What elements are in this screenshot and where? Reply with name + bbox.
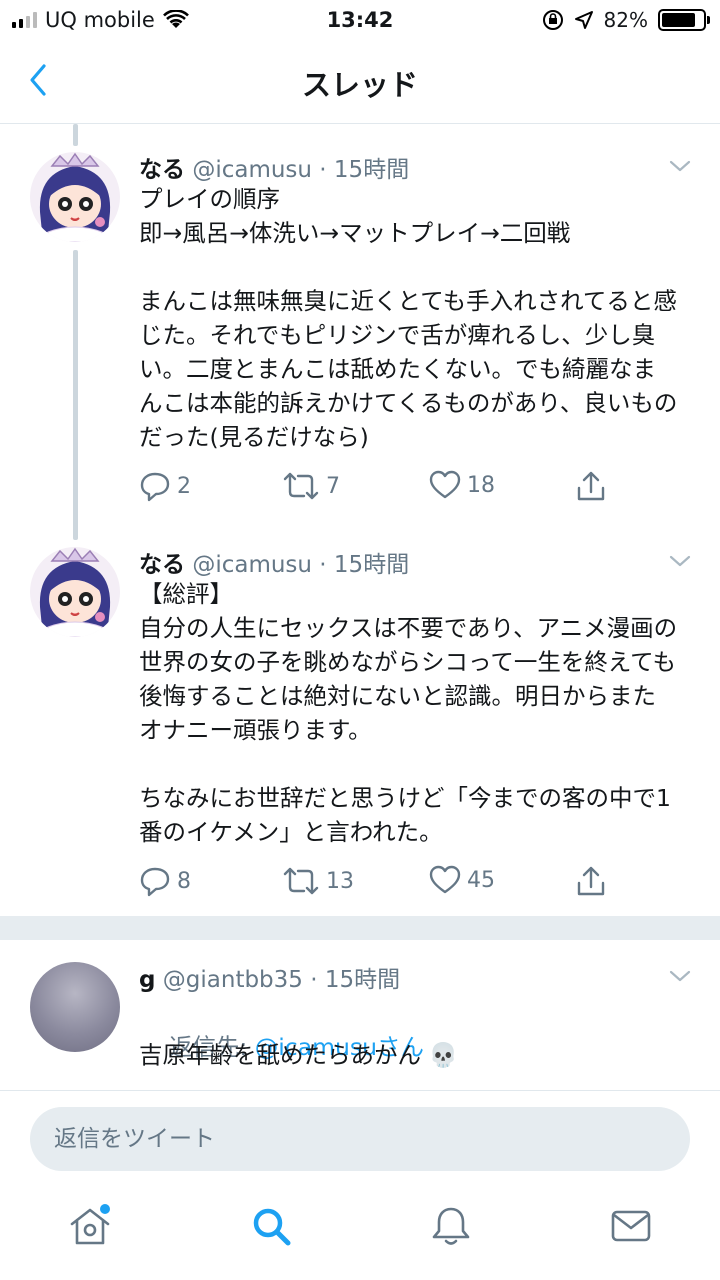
- like-count: 45: [467, 867, 495, 893]
- retweet-button[interactable]: 7: [282, 470, 340, 502]
- tweet-header: g @giantbb35 · 15時間: [139, 960, 400, 994]
- tweet-actions: 8 13 45: [139, 865, 639, 901]
- reply-input[interactable]: 返信をツイート: [30, 1107, 690, 1171]
- messages-icon[interactable]: [609, 1204, 653, 1248]
- retweet-icon: [283, 472, 319, 500]
- reply-count: 2: [177, 473, 191, 499]
- section-divider: [0, 916, 720, 940]
- handle[interactable]: @icamusu: [192, 552, 312, 578]
- reply-icon: [140, 472, 170, 502]
- reply-button[interactable]: 2: [139, 470, 191, 502]
- reply-button[interactable]: 8: [139, 865, 191, 897]
- share-button[interactable]: [575, 865, 607, 897]
- meta-separator: ·: [311, 157, 334, 183]
- meta-separator: ·: [311, 552, 334, 578]
- share-button[interactable]: [575, 470, 607, 502]
- display-name[interactable]: なる: [139, 552, 185, 578]
- tab-bar: [0, 1190, 720, 1280]
- reply-bar: 返信をツイート: [0, 1090, 720, 1190]
- timestamp: 15時間: [333, 552, 410, 578]
- tweet-text: 【総評】 自分の人生にセックスは不要であり、アニメ漫画の世界の女の子を眺めながら…: [139, 580, 678, 846]
- nav-bar: スレッド: [0, 40, 720, 124]
- battery-fill: [662, 13, 695, 27]
- page-title: スレッド: [301, 68, 418, 102]
- status-right: 82%: [542, 8, 710, 32]
- handle[interactable]: @icamusu: [192, 157, 312, 183]
- tweet-text: 吉原年齢を舐めたらあかん 💀: [139, 1041, 458, 1069]
- heart-icon: [429, 865, 461, 894]
- tweet-text: プレイの順序 即→風呂→体洗い→マットプレイ→二回戦 まんこは無味無臭に近くとて…: [139, 185, 678, 451]
- notification-dot: [100, 1204, 110, 1214]
- heart-icon: [429, 470, 461, 499]
- chevron-down-icon[interactable]: [666, 547, 694, 575]
- chevron-down-icon[interactable]: [666, 962, 694, 990]
- avatar[interactable]: [30, 547, 120, 637]
- chevron-down-icon[interactable]: [666, 152, 694, 180]
- notifications-icon[interactable]: [429, 1204, 473, 1248]
- retweet-count: 7: [326, 473, 340, 499]
- meta-separator: ·: [302, 967, 325, 993]
- avatar[interactable]: [30, 962, 120, 1052]
- display-name[interactable]: g: [139, 967, 155, 993]
- retweet-count: 13: [326, 868, 354, 894]
- tweet-actions: 2 7 18: [139, 470, 639, 506]
- tweet[interactable]: なる @icamusu · 15時間 プレイの順序 即→風呂→体洗い→マットプレ…: [0, 140, 720, 540]
- avatar[interactable]: [30, 152, 120, 242]
- share-icon: [577, 866, 605, 896]
- tweet[interactable]: なる @icamusu · 15時間 【総評】 自分の人生にセックスは不要であり…: [0, 535, 720, 915]
- handle[interactable]: @giantbb35: [163, 967, 303, 993]
- battery-percent: 82%: [603, 8, 648, 32]
- reply-count: 8: [177, 868, 191, 894]
- share-icon: [577, 471, 605, 501]
- display-name[interactable]: なる: [139, 157, 185, 183]
- rotation-lock-icon: [542, 10, 563, 30]
- tweet-header: なる @icamusu · 15時間: [139, 150, 409, 184]
- retweet-icon: [283, 867, 319, 895]
- like-button[interactable]: 45: [429, 865, 495, 895]
- timestamp: 15時間: [324, 967, 401, 993]
- reply-icon: [140, 867, 170, 897]
- tweet-header: なる @icamusu · 15時間: [139, 545, 409, 579]
- search-icon[interactable]: [249, 1204, 293, 1248]
- battery-icon: [658, 9, 710, 31]
- retweet-button[interactable]: 13: [282, 865, 354, 897]
- location-icon: [574, 11, 593, 29]
- timestamp: 15時間: [333, 157, 410, 183]
- like-count: 18: [467, 472, 495, 498]
- like-button[interactable]: 18: [429, 470, 495, 500]
- status-bar: UQ mobile 13:42 82%: [0, 0, 720, 40]
- tweet[interactable]: g @giantbb35 · 15時間 返信先: @icamusuさん 吉原年齢…: [0, 940, 720, 1090]
- thread-line: [73, 250, 78, 540]
